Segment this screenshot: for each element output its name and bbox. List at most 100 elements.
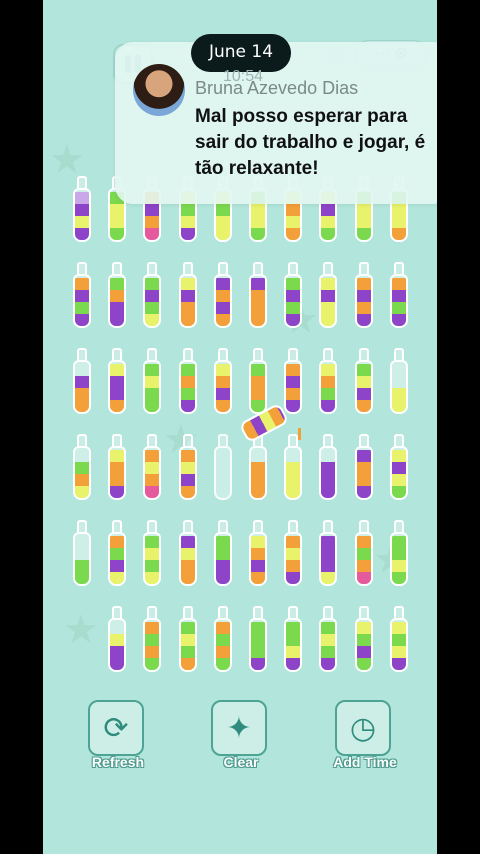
bottle[interactable]	[108, 606, 127, 672]
bottle-body	[284, 446, 303, 500]
bottle[interactable]	[284, 606, 303, 672]
bottle-body	[108, 360, 127, 414]
bottle[interactable]	[354, 348, 373, 414]
liquid-layer	[145, 450, 160, 462]
bottle[interactable]	[354, 262, 373, 328]
liquid-layer	[321, 622, 336, 634]
bottle[interactable]	[178, 606, 197, 672]
bottle[interactable]	[319, 262, 338, 328]
bottle[interactable]	[249, 348, 267, 414]
magic-wand-icon: ✦	[211, 700, 267, 756]
bottle[interactable]	[249, 434, 267, 500]
bottle[interactable]	[213, 262, 232, 328]
bottle-neck	[77, 520, 87, 532]
bottle[interactable]	[389, 262, 408, 328]
bottle[interactable]	[389, 606, 408, 672]
bottle[interactable]	[284, 262, 303, 328]
refresh-icon: ⟳	[88, 700, 144, 756]
liquid-layer	[391, 548, 406, 560]
bottle-body	[213, 360, 232, 414]
bottle[interactable]	[73, 176, 91, 242]
liquid-layer	[145, 314, 160, 326]
bottle[interactable]	[354, 606, 373, 672]
bottle[interactable]	[143, 348, 162, 414]
bottle[interactable]	[249, 520, 267, 586]
liquid-layer	[110, 572, 125, 584]
liquid-layer	[180, 572, 195, 584]
bottle[interactable]	[354, 434, 373, 500]
bottle[interactable]	[249, 606, 267, 672]
bottle[interactable]	[143, 520, 162, 586]
bottle[interactable]	[354, 520, 373, 586]
bottle[interactable]	[73, 348, 91, 414]
bottle[interactable]	[249, 262, 267, 328]
liquid-layer	[180, 658, 195, 670]
liquid-layer	[145, 622, 160, 634]
liquid-layer	[215, 204, 230, 216]
bottle[interactable]	[213, 434, 232, 500]
bottle[interactable]	[389, 434, 408, 500]
liquid-layer	[110, 302, 125, 314]
liquid-layer	[251, 314, 265, 326]
add-time-button[interactable]: ◷ Add Time	[333, 700, 397, 770]
bottle[interactable]	[108, 434, 127, 500]
bottle-body	[73, 446, 91, 500]
bottle[interactable]	[73, 520, 91, 586]
bottle[interactable]	[319, 434, 338, 500]
bottle[interactable]	[213, 520, 232, 586]
liquid-layer	[286, 388, 301, 400]
bottle[interactable]	[73, 262, 91, 328]
liquid-layer	[180, 486, 195, 498]
clear-button[interactable]: ✦ Clear	[211, 700, 271, 770]
liquid-layer	[110, 634, 125, 646]
bottle[interactable]	[213, 348, 232, 414]
liquid-layer	[145, 572, 160, 584]
bottle[interactable]	[143, 434, 162, 500]
liquid-layer	[215, 376, 230, 388]
liquid-layer	[286, 302, 301, 314]
liquid-layer	[356, 548, 371, 560]
bottle[interactable]	[284, 520, 303, 586]
bottle[interactable]	[319, 520, 338, 586]
bottle-neck	[393, 348, 404, 360]
liquid-layer	[110, 462, 125, 474]
bottle-body	[319, 618, 338, 672]
liquid-layer	[321, 204, 336, 216]
liquid-layer	[145, 204, 160, 216]
bottle[interactable]	[178, 520, 197, 586]
liquid-layer	[251, 622, 265, 634]
bottle[interactable]	[389, 520, 408, 586]
liquid-layer	[286, 204, 301, 216]
liquid-layer	[215, 216, 230, 228]
bottle[interactable]	[389, 348, 408, 414]
liquid-layer	[286, 228, 301, 240]
bottle[interactable]	[178, 348, 197, 414]
bottle-neck	[217, 606, 228, 618]
bottle[interactable]	[108, 262, 127, 328]
liquid-layer	[215, 548, 230, 560]
bottle[interactable]	[73, 434, 91, 500]
bottle-body	[213, 532, 232, 586]
bottle-body	[284, 618, 303, 672]
bottle[interactable]	[108, 348, 127, 414]
liquid-layer	[356, 216, 371, 228]
bottle[interactable]	[178, 262, 197, 328]
bottle[interactable]	[213, 606, 232, 672]
liquid-layer	[356, 278, 371, 290]
bottle[interactable]	[108, 520, 127, 586]
bottle-neck	[393, 606, 404, 618]
liquid-layer	[321, 560, 336, 572]
bottle-body	[319, 360, 338, 414]
bottle[interactable]	[284, 434, 303, 500]
liquid-layer	[75, 302, 89, 314]
liquid-layer	[75, 376, 89, 388]
refresh-button[interactable]: ⟳ Refresh	[88, 700, 148, 770]
bottle[interactable]	[143, 262, 162, 328]
bottle[interactable]	[284, 348, 303, 414]
bottle[interactable]	[319, 606, 338, 672]
bottle[interactable]	[143, 606, 162, 672]
bottle-neck	[253, 520, 263, 532]
bottle-body	[108, 532, 127, 586]
bottle[interactable]	[319, 348, 338, 414]
bottle[interactable]	[178, 434, 197, 500]
